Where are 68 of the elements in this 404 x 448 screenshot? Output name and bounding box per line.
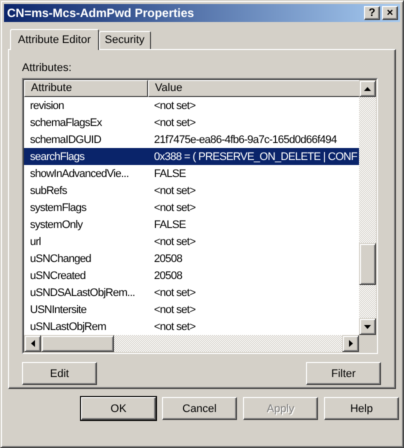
scrollbar-thumb[interactable] — [41, 335, 114, 352]
attribute-name: schemaIDGUID — [29, 134, 102, 146]
attribute-name: uSNChanged — [29, 252, 92, 264]
table-row[interactable]: systemOnly FALSE — [24, 216, 359, 233]
table-row[interactable]: uSNLastObjRem <not set> — [24, 318, 359, 335]
tab[interactable]: Security — [98, 31, 151, 49]
help-button[interactable]: ? — [364, 6, 380, 20]
attribute-value: <not set> — [153, 320, 196, 332]
filter-button[interactable]: Filter — [306, 362, 381, 385]
attribute-value: 21f7475e-ea86-4fb6-9a7c-165d0d66f494 — [153, 134, 338, 146]
right-arrow-icon — [348, 340, 352, 347]
window-title: CN=ms-Mcs-AdmPwd Properties — [7, 6, 196, 20]
table-row[interactable]: schemaIDGUID 21f7475e-ea86-4fb6-9a7c-165d0d66f494 — [24, 131, 359, 148]
column-header[interactable]: Attribute — [24, 80, 148, 97]
attribute-value: <not set> — [153, 236, 196, 248]
attribute-name: subRefs — [29, 184, 68, 196]
table-row[interactable]: systemFlags <not set> — [24, 199, 359, 216]
attribute-value: <not set> — [153, 286, 196, 298]
table-row[interactable]: searchFlags 0x388 = ( PRESERVE_ON_DELETE | CONF — [24, 148, 359, 165]
table-row[interactable]: schemaFlagsEx <not set> — [24, 114, 359, 131]
attribute-value: <not set> — [153, 202, 196, 214]
table-row[interactable]: url <not set> — [24, 233, 359, 250]
attribute-value: FALSE — [153, 218, 187, 230]
table-row[interactable]: uSNDSALastObjRem... <not set> — [24, 284, 359, 301]
attribute-value: 20508 — [153, 270, 184, 282]
horizontal-scrollbar[interactable] — [24, 335, 359, 352]
scroll-left-button[interactable] — [24, 335, 41, 352]
help-button[interactable]: Help — [324, 397, 399, 420]
left-arrow-icon — [30, 340, 34, 347]
attribute-value: 0x388 = ( PRESERVE_ON_DELETE | CONF — [153, 150, 358, 162]
attribute-value: 20508 — [153, 252, 184, 264]
down-arrow-icon — [364, 324, 371, 328]
column-header[interactable]: Value — [148, 80, 359, 97]
attributes-label: Attributes: — [22, 62, 73, 74]
up-arrow-icon — [364, 86, 371, 90]
attribute-name: uSNDSALastObjRem... — [29, 286, 136, 298]
table-row[interactable]: revision <not set> — [24, 97, 359, 114]
cancel-button[interactable]: Cancel — [162, 397, 237, 420]
scroll-up-button[interactable] — [359, 80, 376, 97]
attribute-value: <not set> — [153, 304, 196, 316]
attribute-name: searchFlags — [29, 150, 86, 162]
attribute-name: showInAdvancedVie... — [29, 168, 130, 180]
attribute-value: <not set> — [153, 100, 196, 112]
attribute-name: systemFlags — [29, 202, 88, 214]
attribute-name: revision — [29, 100, 65, 112]
scrollbar-corner — [359, 335, 376, 352]
table-row[interactable]: uSNChanged 20508 — [24, 250, 359, 267]
scroll-right-button[interactable] — [342, 335, 359, 352]
attribute-name: systemOnly — [29, 218, 84, 230]
attribute-value: <not set> — [153, 116, 196, 128]
table-row[interactable]: uSNCreated 20508 — [24, 267, 359, 284]
attribute-name: uSNCreated — [29, 270, 87, 282]
attribute-value: <not set> — [153, 184, 196, 196]
ok-button[interactable]: OK — [81, 397, 156, 420]
scroll-down-button[interactable] — [359, 318, 376, 335]
attribute-name: USNIntersite — [29, 304, 88, 316]
table-row[interactable]: showInAdvancedVie... FALSE — [24, 165, 359, 182]
vertical-scrollbar[interactable] — [359, 80, 376, 335]
table-row[interactable]: subRefs <not set> — [24, 182, 359, 199]
edit-button[interactable]: Edit — [22, 362, 97, 385]
close-button[interactable]: × — [382, 6, 398, 20]
table-row[interactable]: USNIntersite <not set> — [24, 301, 359, 318]
attribute-value: FALSE — [153, 168, 187, 180]
attribute-name: uSNLastObjRem — [29, 320, 108, 332]
attribute-name: url — [29, 236, 42, 248]
scrollbar-thumb[interactable] — [359, 243, 376, 285]
attribute-name: schemaFlagsEx — [29, 116, 103, 128]
tab[interactable]: Attribute Editor — [10, 29, 99, 50]
